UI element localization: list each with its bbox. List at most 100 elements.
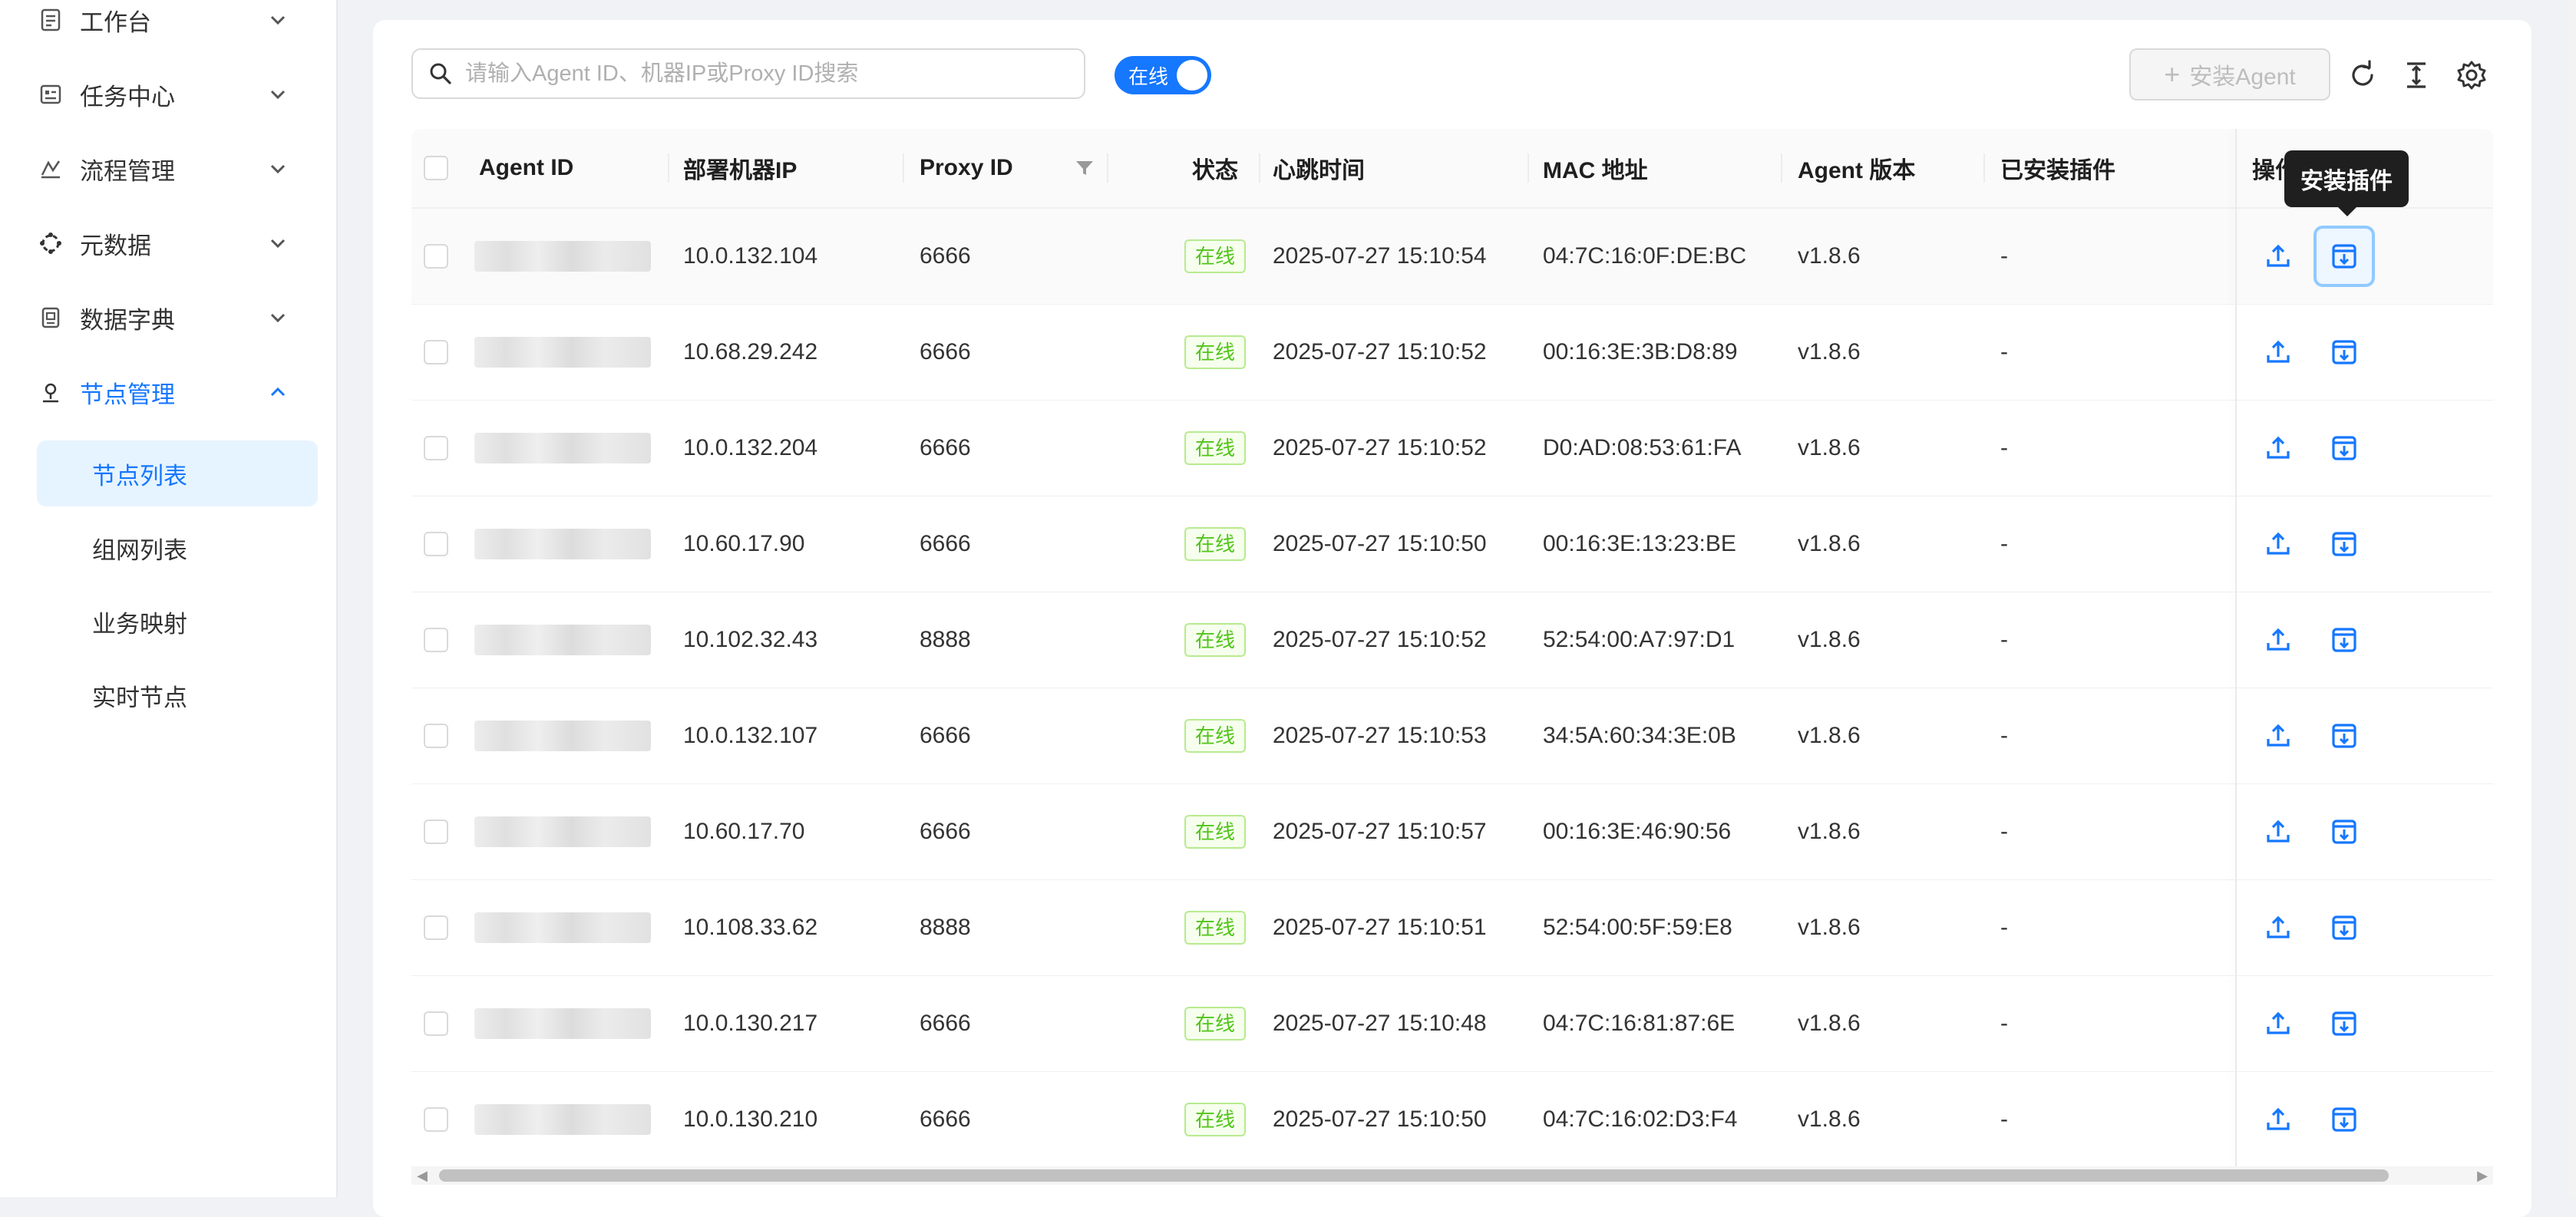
- row-checkbox[interactable]: [424, 532, 448, 556]
- cell-plugins: -: [2000, 339, 2008, 364]
- table-row[interactable]: 10.0.130.210 6666 在线 2025-07-27 15:10:50 04:…: [411, 1072, 2493, 1169]
- scroll-left-arrow[interactable]: ◀: [414, 1168, 430, 1183]
- sidebar-item-metadata[interactable]: 元数据: [37, 220, 298, 266]
- install-plugin-icon[interactable]: [2329, 1104, 2360, 1135]
- upload-icon[interactable]: [2263, 337, 2294, 368]
- table-row[interactable]: 10.108.33.62 8888 在线 2025-07-27 15:10:51 52:…: [411, 880, 2493, 977]
- upload-icon[interactable]: [2263, 529, 2294, 559]
- cell-version: v1.8.6: [1798, 531, 1861, 556]
- table-row[interactable]: 10.0.132.107 6666 在线 2025-07-27 15:10:53 34:…: [411, 688, 2493, 785]
- sidebar-item-data-dictionary[interactable]: 数据字典: [37, 295, 298, 341]
- horizontal-scrollbar[interactable]: ◀ ▶: [411, 1166, 2493, 1185]
- sidebar-item-flow-management[interactable]: 流程管理: [37, 146, 298, 192]
- column-header-heartbeat[interactable]: 心跳时间: [1273, 129, 1365, 207]
- select-all-checkbox[interactable]: [424, 156, 448, 180]
- cell-mac: 34:5A:60:34:3E:0B: [1543, 723, 1736, 748]
- status-badge: 在线: [1184, 815, 1246, 849]
- upload-icon[interactable]: [2263, 433, 2294, 463]
- table-row[interactable]: 10.68.29.242 6666 在线 2025-07-27 15:10:52 00:…: [411, 305, 2493, 401]
- cell-ip: 10.60.17.70: [683, 819, 805, 844]
- scroll-right-arrow[interactable]: ▶: [2475, 1168, 2490, 1183]
- row-checkbox[interactable]: [424, 436, 448, 460]
- online-toggle[interactable]: 在线: [1115, 56, 1211, 94]
- table-row[interactable]: 10.60.17.70 6666 在线 2025-07-27 15:10:57 00:1…: [411, 784, 2493, 881]
- install-plugin-icon[interactable]: [2329, 241, 2360, 272]
- row-checkbox[interactable]: [424, 340, 448, 364]
- filter-icon[interactable]: [1075, 158, 1095, 178]
- sidebar-subitem-business-mapping[interactable]: 业务映射: [37, 589, 318, 655]
- table-row[interactable]: 10.0.132.104 6666 在线 2025-07-27 15:10:54 04:…: [411, 209, 2493, 305]
- upload-icon[interactable]: [2263, 625, 2294, 655]
- table-row[interactable]: 10.102.32.43 8888 在线 2025-07-27 15:10:52 52:…: [411, 592, 2493, 689]
- upload-icon[interactable]: [2263, 816, 2294, 847]
- cell-ip: 10.68.29.242: [683, 339, 818, 364]
- install-agent-button[interactable]: + 安装Agent: [2129, 48, 2330, 101]
- plus-icon: +: [2164, 58, 2181, 90]
- cell-ip: 10.108.33.62: [683, 915, 818, 940]
- sidebar-subitem-realtime-nodes[interactable]: 实时节点: [37, 662, 318, 728]
- upload-icon[interactable]: [2263, 912, 2294, 943]
- upload-icon[interactable]: [2263, 721, 2294, 751]
- chevron-up-icon: [270, 387, 286, 397]
- sidebar-subitem-network-list[interactable]: 组网列表: [37, 515, 318, 581]
- refresh-icon[interactable]: [2347, 60, 2378, 91]
- status-badge: 在线: [1184, 335, 1246, 369]
- dictionary-icon: [37, 304, 64, 331]
- cell-version: v1.8.6: [1798, 1107, 1861, 1132]
- row-checkbox[interactable]: [424, 244, 448, 269]
- column-height-icon[interactable]: [2401, 60, 2432, 91]
- row-checkbox-cell: [424, 592, 448, 688]
- sidebar-subitem-label: 实时节点: [92, 684, 187, 711]
- sidebar-item-workbench[interactable]: 工作台: [37, 0, 298, 43]
- fixed-column-divider: [2235, 129, 2237, 1182]
- sidebar-item-label: 数据字典: [80, 306, 175, 334]
- column-header-plugins[interactable]: 已安装插件: [2000, 129, 2115, 207]
- row-checkbox[interactable]: [424, 915, 448, 940]
- install-plugin-icon[interactable]: [2329, 337, 2360, 368]
- table-row[interactable]: 10.0.130.217 6666 在线 2025-07-27 15:10:48 04:…: [411, 976, 2493, 1073]
- search-input[interactable]: [464, 60, 1065, 87]
- row-checkbox[interactable]: [424, 820, 448, 844]
- install-plugin-icon[interactable]: [2329, 433, 2360, 463]
- install-plugin-icon[interactable]: [2329, 1008, 2360, 1039]
- install-plugin-icon[interactable]: [2329, 625, 2360, 655]
- row-checkbox[interactable]: [424, 1107, 448, 1132]
- row-checkbox[interactable]: [424, 628, 448, 652]
- scrollbar-thumb[interactable]: [439, 1169, 2389, 1182]
- chevron-down-icon: [270, 239, 286, 249]
- row-checkbox-cell: [424, 401, 448, 496]
- row-checkbox[interactable]: [424, 1011, 448, 1036]
- sidebar-item-node-management[interactable]: 节点管理: [37, 369, 298, 415]
- column-header-proxy-id[interactable]: Proxy ID: [920, 129, 1013, 207]
- column-header-ip[interactable]: 部署机器IP: [683, 129, 797, 207]
- install-plugin-icon[interactable]: [2329, 912, 2360, 943]
- search-box[interactable]: [411, 48, 1085, 99]
- sidebar-item-label: 元数据: [80, 232, 151, 259]
- status-badge: 在线: [1184, 1103, 1246, 1136]
- upload-icon[interactable]: [2263, 1104, 2294, 1135]
- cell-proxy-id: 8888: [920, 915, 971, 940]
- cell-version: v1.8.6: [1798, 819, 1861, 844]
- vertical-scrollbar[interactable]: [2567, 0, 2576, 1197]
- install-plugin-icon[interactable]: [2329, 816, 2360, 847]
- chevron-down-icon: [270, 15, 286, 25]
- table-row[interactable]: 10.0.132.204 6666 在线 2025-07-27 15:10:52 D0:…: [411, 401, 2493, 497]
- upload-icon[interactable]: [2263, 1008, 2294, 1039]
- table-row[interactable]: 10.60.17.90 6666 在线 2025-07-27 15:10:50 00:1…: [411, 496, 2493, 593]
- settings-icon[interactable]: [2456, 60, 2487, 91]
- column-header-agent-id[interactable]: Agent ID: [479, 129, 573, 207]
- agent-id-redacted: [474, 880, 651, 975]
- row-checkbox[interactable]: [424, 724, 448, 748]
- sidebar-item-task-center[interactable]: 任务中心: [37, 71, 298, 117]
- column-header-version[interactable]: Agent 版本: [1798, 129, 1915, 207]
- agent-id-redacted: [474, 688, 651, 783]
- sidebar-subitem-node-list[interactable]: 节点列表: [37, 440, 318, 506]
- agent-table: Agent ID 部署机器IP Proxy ID 状态 心跳时间 MAC 地址 …: [411, 129, 2493, 1182]
- column-header-mac[interactable]: MAC 地址: [1543, 129, 1648, 207]
- cell-proxy-id: 6666: [920, 1107, 971, 1132]
- cell-plugins: -: [2000, 531, 2008, 556]
- upload-icon[interactable]: [2263, 241, 2294, 272]
- install-plugin-icon[interactable]: [2329, 529, 2360, 559]
- sidebar-item-label: 流程管理: [80, 157, 175, 185]
- install-plugin-icon[interactable]: [2329, 721, 2360, 751]
